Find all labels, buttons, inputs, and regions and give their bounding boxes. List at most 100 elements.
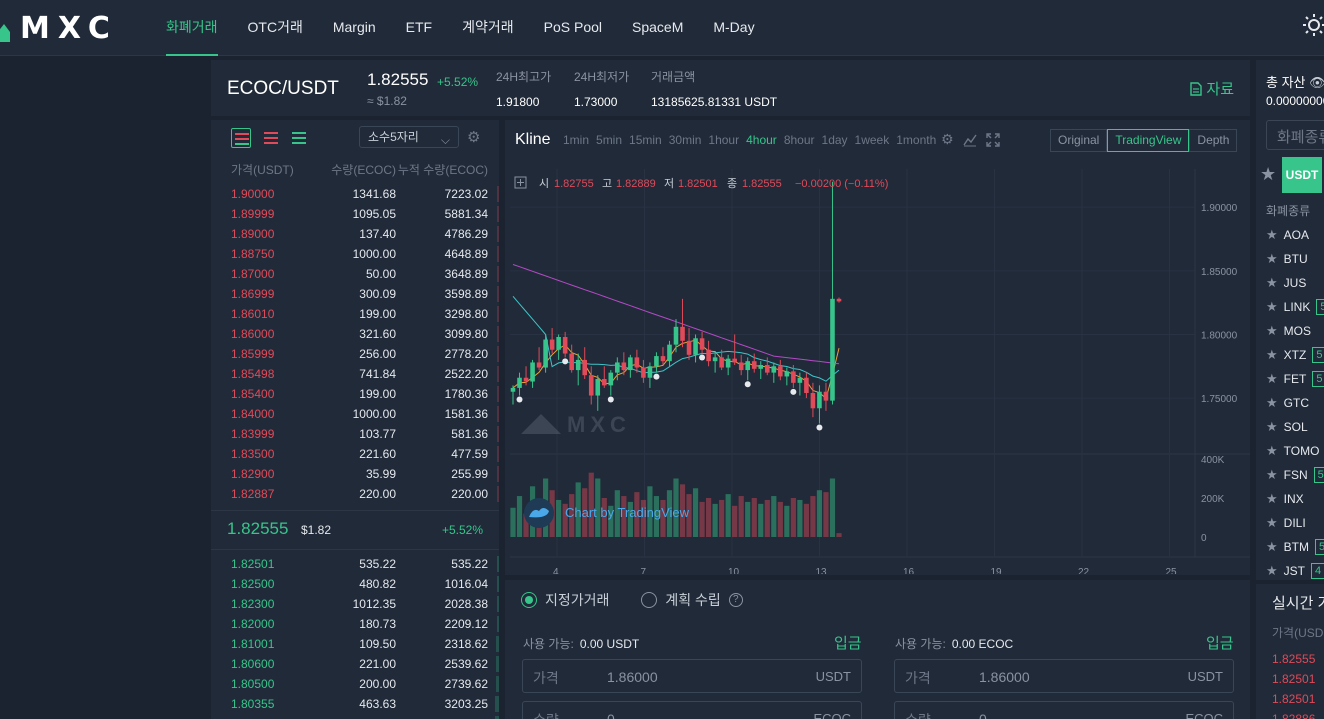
sell-deposit-link[interactable]: 입금: [1206, 632, 1234, 653]
coin-item[interactable]: ★ FET 5: [1266, 367, 1324, 391]
tab-plan-order[interactable]: 계획 수립 ?: [641, 590, 743, 610]
candlestick-chart[interactable]: 1.90000 1.85000 1.80000 1.75000 400K 200K 0 4 7 1…: [505, 164, 1250, 574]
indicator-line-chart-icon[interactable]: [963, 133, 977, 147]
favorites-star-icon[interactable]: ★: [1260, 164, 1276, 185]
book-view-bids-icon[interactable]: [289, 128, 309, 148]
radio-unselected[interactable]: [641, 592, 658, 608]
book-view-both-icon[interactable]: [231, 128, 251, 148]
nav-item-6[interactable]: SpaceM: [632, 0, 683, 56]
ask-row[interactable]: 1.89000 137.40 4786.29: [211, 224, 499, 244]
ask-row[interactable]: 1.86010 199.00 3298.80: [211, 304, 499, 324]
coin-item[interactable]: ★ LINK 5: [1266, 295, 1324, 319]
nav-item-4[interactable]: 계약거래: [462, 0, 514, 56]
sell-quantity-input[interactable]: 수량 0 ECOC: [894, 701, 1234, 719]
tab-limit-order[interactable]: 지정가거래: [521, 590, 609, 610]
ask-row[interactable]: 1.83500 221.60 477.59: [211, 444, 499, 464]
favorite-star-icon[interactable]: ★: [1266, 443, 1278, 459]
favorite-star-icon[interactable]: ★: [1266, 395, 1278, 411]
bid-row[interactable]: 1.82500 480.82 1016.04: [211, 574, 499, 594]
bid-row[interactable]: 1.81001 109.50 2318.62: [211, 634, 499, 654]
favorite-star-icon[interactable]: ★: [1266, 371, 1278, 387]
ask-row[interactable]: 1.86999 300.09 3598.89: [211, 284, 499, 304]
interval-4hour[interactable]: 4hour: [746, 133, 777, 147]
favorite-star-icon[interactable]: ★: [1266, 227, 1278, 243]
nav-item-7[interactable]: M-Day: [713, 0, 754, 56]
favorite-star-icon[interactable]: ★: [1266, 323, 1278, 339]
coin-item[interactable]: ★ GTC: [1266, 391, 1309, 415]
eye-icon[interactable]: 👁: [1309, 75, 1324, 90]
buy-deposit-link[interactable]: 입금: [834, 632, 862, 653]
interval-1month[interactable]: 1month: [896, 133, 936, 147]
bid-row[interactable]: 1.80355 463.63 3203.25: [211, 694, 499, 714]
bid-row[interactable]: 1.80350360.203563.45: [211, 714, 499, 719]
bid-row[interactable]: 1.80500 200.00 2739.62: [211, 674, 499, 694]
ask-row[interactable]: 1.82900 35.99 255.99: [211, 464, 499, 484]
interval-5min[interactable]: 5min: [596, 133, 622, 147]
buy-quantity-input[interactable]: 수량 0 ECOC: [522, 701, 862, 719]
ask-row[interactable]: 1.82887 220.00 220.00: [211, 484, 499, 504]
coin-item[interactable]: ★ INX: [1266, 487, 1304, 511]
coin-item[interactable]: ★ FSN 5: [1266, 463, 1324, 487]
book-view-asks-icon[interactable]: [261, 128, 281, 148]
info-link[interactable]: 자료: [1190, 78, 1234, 99]
radio-selected[interactable]: [521, 592, 537, 608]
coin-item[interactable]: ★ JUS: [1266, 271, 1306, 295]
ask-row[interactable]: 1.90000 1341.68 7223.02: [211, 184, 499, 204]
coin-item[interactable]: ★ AOA: [1266, 223, 1309, 247]
mxc-logo[interactable]: MXC: [0, 11, 118, 46]
favorite-star-icon[interactable]: ★: [1266, 251, 1278, 267]
view-depth[interactable]: Depth: [1189, 129, 1238, 152]
favorite-star-icon[interactable]: ★: [1266, 515, 1278, 531]
help-question-icon[interactable]: ?: [728, 593, 743, 607]
coin-item[interactable]: ★ XTZ 5: [1266, 343, 1324, 367]
ask-row[interactable]: 1.83999 103.77 581.36: [211, 424, 499, 444]
ask-row[interactable]: 1.86000 321.60 3099.80: [211, 324, 499, 344]
interval-30min[interactable]: 30min: [669, 133, 702, 147]
nav-item-1[interactable]: OTC거래: [248, 0, 303, 56]
coin-item[interactable]: ★ TOMO: [1266, 439, 1319, 463]
trading-pair[interactable]: ECOC/USDT: [227, 78, 339, 100]
favorite-star-icon[interactable]: ★: [1266, 275, 1278, 291]
coin-item[interactable]: ★ SOL: [1266, 415, 1308, 439]
fullscreen-icon[interactable]: [986, 133, 1000, 147]
buy-price-input[interactable]: 가격 1.86000 USDT: [522, 659, 862, 693]
favorite-star-icon[interactable]: ★: [1266, 491, 1278, 507]
interval-15min[interactable]: 15min: [629, 133, 662, 147]
ask-row[interactable]: 1.88750 1000.00 4648.89: [211, 244, 499, 264]
favorite-star-icon[interactable]: ★: [1266, 539, 1278, 555]
bid-row[interactable]: 1.82501 535.22 535.22: [211, 554, 499, 574]
interval-1hour[interactable]: 1hour: [708, 133, 739, 147]
quote-tab-usdt[interactable]: USDT: [1282, 157, 1322, 193]
interval-1min[interactable]: 1min: [563, 133, 589, 147]
nav-item-0[interactable]: 화폐거래: [166, 0, 218, 56]
nav-item-2[interactable]: Margin: [333, 0, 376, 56]
view-original[interactable]: Original: [1050, 129, 1108, 152]
nav-item-5[interactable]: PoS Pool: [544, 0, 602, 56]
bid-row[interactable]: 1.80600 221.00 2539.62: [211, 654, 499, 674]
interval-8hour[interactable]: 8hour: [784, 133, 815, 147]
bid-row[interactable]: 1.82300 1012.35 2028.38: [211, 594, 499, 614]
ask-row[interactable]: 1.89999 1095.05 5881.34: [211, 204, 499, 224]
nav-item-3[interactable]: ETF: [406, 0, 432, 56]
theme-toggle-sun-icon[interactable]: [1303, 14, 1324, 36]
ask-row[interactable]: 1.85999 256.00 2778.20: [211, 344, 499, 364]
view-tradingview[interactable]: TradingView: [1107, 129, 1190, 152]
ask-row[interactable]: 1.85498 741.84 2522.20: [211, 364, 499, 384]
bid-row[interactable]: 1.82000 180.73 2209.12: [211, 614, 499, 634]
book-settings-gear-icon[interactable]: ⚙: [467, 128, 480, 146]
favorite-star-icon[interactable]: ★: [1266, 299, 1278, 315]
favorite-star-icon[interactable]: ★: [1266, 347, 1278, 363]
ask-row[interactable]: 1.87000 50.00 3648.89: [211, 264, 499, 284]
interval-1week[interactable]: 1week: [855, 133, 890, 147]
favorite-star-icon[interactable]: ★: [1266, 467, 1278, 483]
ask-row[interactable]: 1.85400 199.00 1780.36: [211, 384, 499, 404]
favorite-star-icon[interactable]: ★: [1266, 563, 1278, 579]
sell-price-input[interactable]: 가격 1.86000 USDT: [894, 659, 1234, 693]
coin-item[interactable]: ★ BTU: [1266, 247, 1308, 271]
coin-item[interactable]: ★ MOS: [1266, 319, 1311, 343]
coin-search-input[interactable]: 화폐종류: [1266, 120, 1324, 150]
interval-1day[interactable]: 1day: [822, 133, 848, 147]
coin-item[interactable]: ★ BTM 5: [1266, 535, 1324, 559]
decimals-select[interactable]: 소수5자리 ⌵: [359, 126, 459, 148]
favorite-star-icon[interactable]: ★: [1266, 419, 1278, 435]
